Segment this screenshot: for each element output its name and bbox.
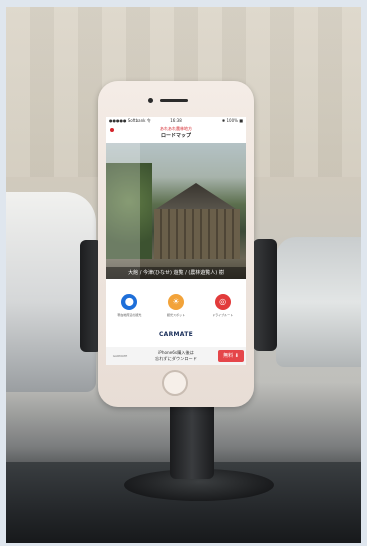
steering-wheel-icon: ◎ (214, 293, 231, 310)
front-camera (148, 98, 153, 103)
action-nearby[interactable]: ⬤ 現在地周辺の観光 (111, 293, 147, 317)
brand-logo: CARMATE (106, 327, 246, 343)
banner-logo: GARMATE (112, 354, 128, 358)
action-drive[interactable]: ◎ ドライブルート (205, 293, 241, 317)
free-download-button[interactable]: 無料 ⬇ (218, 350, 244, 362)
photo-house-roof (156, 183, 236, 209)
phone-screen: ●●●●● Softbank 令 16:38 ✱ 100% ■ あれあれ農林地方… (106, 117, 246, 365)
photo-overlay (106, 143, 140, 279)
featured-photo[interactable]: 大館 / 今津(ひなせ) 遊覧 / (農林遊覧人) 樹 (106, 143, 246, 279)
action-label: 観光スポット (166, 312, 185, 317)
mount-clamp-right (253, 239, 277, 351)
status-bar: ●●●●● Softbank 令 16:38 ✱ 100% ■ (106, 117, 246, 125)
photo-caption: 大館 / 今津(ひなせ) 遊覧 / (農林遊覧人) 樹 (106, 267, 246, 279)
action-label: ドライブルート (212, 312, 234, 317)
banner-text: iPhone6s購入後は 忘れずにダウンロード (134, 350, 218, 362)
mount-neck (170, 395, 214, 479)
location-pin-icon: ⬤ (121, 293, 138, 310)
download-banner[interactable]: GARMATE iPhone6s購入後は 忘れずにダウンロード 無料 ⬇ (106, 347, 246, 365)
action-spots[interactable]: ☀ 観光スポット (158, 293, 194, 317)
app-title: ロードマップ (160, 133, 191, 139)
photo-house (154, 209, 240, 259)
action-row: ⬤ 現在地周辺の観光 ☀ 観光スポット ◎ ドライブルート (106, 279, 246, 327)
menu-icon[interactable] (110, 128, 114, 132)
banner-line-2: 忘れずにダウンロード (155, 356, 197, 361)
home-button[interactable] (162, 370, 188, 396)
background-car-right (276, 237, 361, 367)
sun-icon: ☀ (167, 293, 184, 310)
action-label: 現在地周辺の観光 (117, 312, 142, 317)
status-battery: ✱ 100% ■ (221, 118, 243, 123)
smartphone: ●●●●● Softbank 令 16:38 ✱ 100% ■ あれあれ農林地方… (98, 81, 254, 407)
app-header: あれあれ農林地方 ロードマップ (106, 125, 246, 143)
app-subtitle: あれあれ農林地方 (160, 126, 192, 131)
earpiece-speaker (160, 99, 188, 102)
photo-frame: ●●●●● Softbank 令 16:38 ✱ 100% ■ あれあれ農林地方… (6, 7, 361, 543)
